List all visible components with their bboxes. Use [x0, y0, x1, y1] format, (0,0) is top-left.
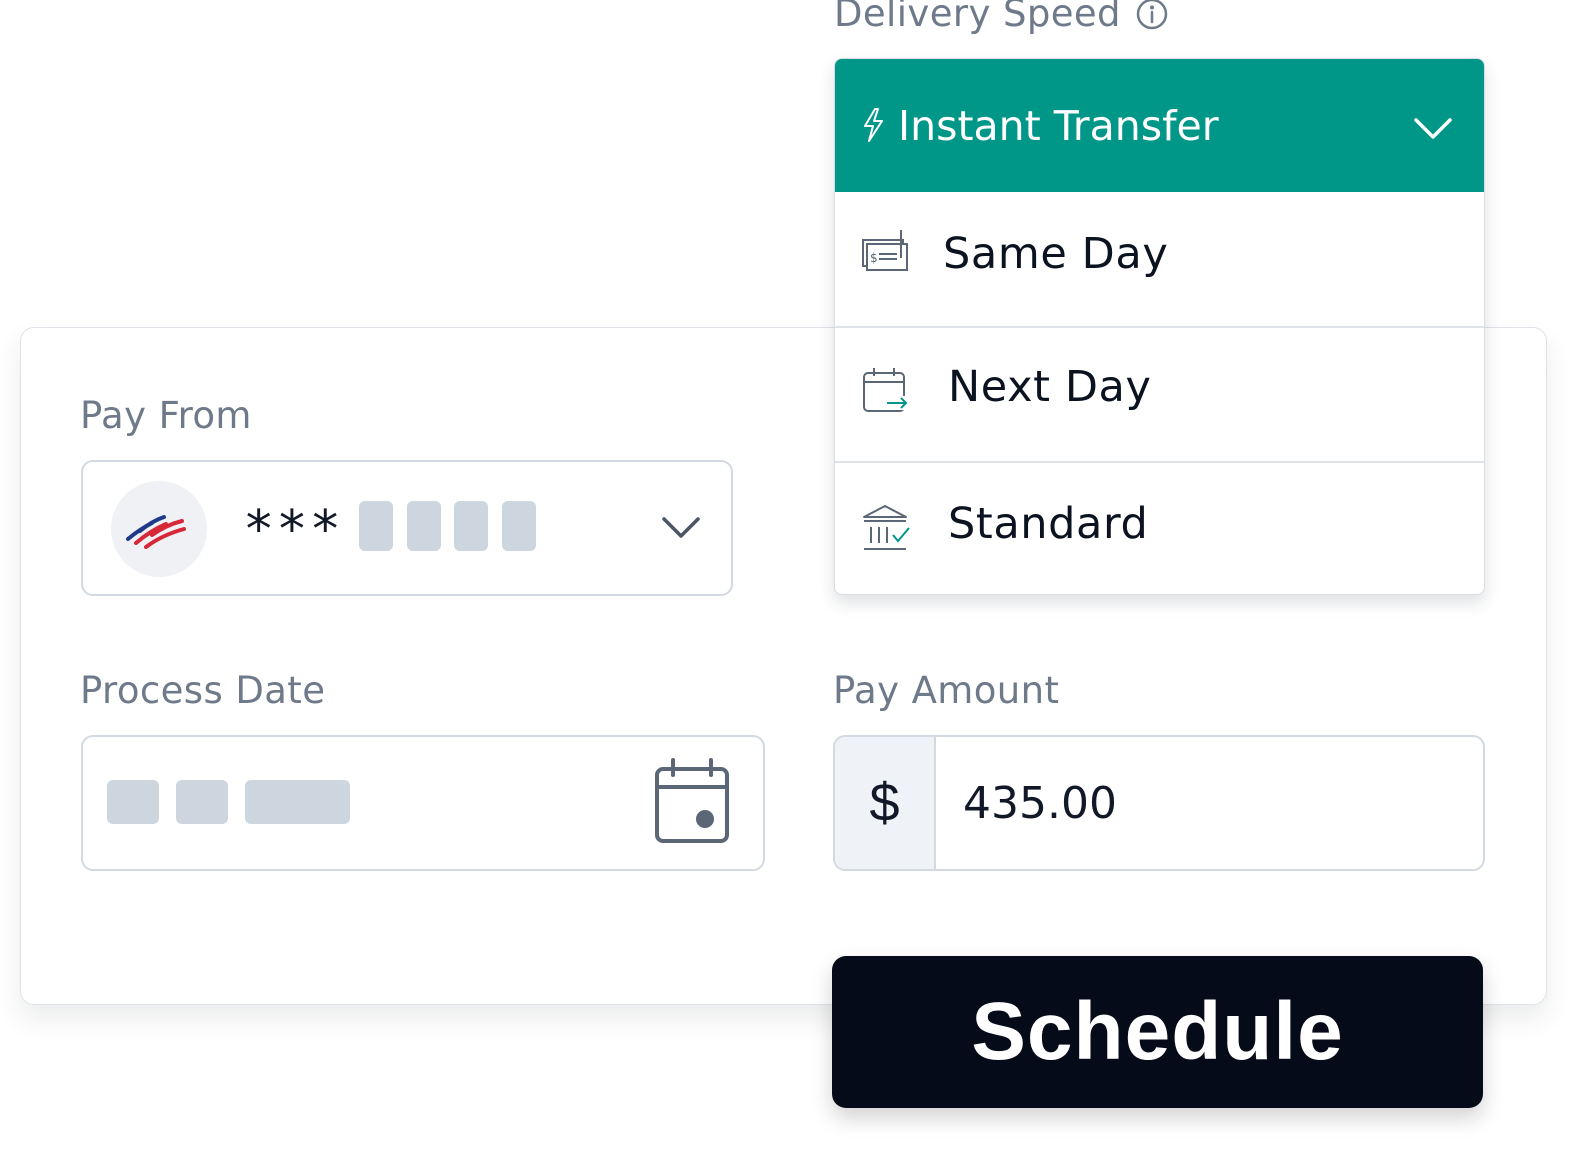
date-placeholder-month — [107, 780, 159, 824]
bank-check-icon — [863, 505, 910, 550]
delivery-speed-label: Delivery Speed — [834, 0, 1169, 35]
masked-digit — [502, 501, 536, 551]
speed-option-next-day[interactable]: Next Day — [835, 328, 1484, 461]
process-date-input[interactable] — [81, 735, 765, 871]
pay-amount-input[interactable]: $ 435.00 — [833, 735, 1485, 871]
pay-from-label: Pay From — [80, 394, 252, 437]
currency-prefix: $ — [835, 737, 936, 869]
bank-logo-avatar — [111, 481, 207, 577]
speed-option-same-day[interactable]: $ Same Day — [835, 192, 1484, 326]
svg-text:$: $ — [870, 251, 878, 265]
speed-option-label: Standard — [948, 499, 1149, 549]
lightning-bolt-icon — [864, 108, 883, 142]
pay-from-select[interactable]: *** — [81, 460, 733, 596]
process-date-label: Process Date — [80, 669, 326, 712]
calendar-arrow-icon — [863, 368, 909, 412]
schedule-button[interactable]: Schedule — [832, 956, 1483, 1108]
speed-option-label: Next Day — [948, 362, 1152, 412]
selected-speed-label: Instant Transfer — [898, 101, 1219, 150]
date-placeholder-day — [176, 780, 228, 824]
masked-digit — [407, 501, 441, 551]
bank-flag-logo — [126, 515, 186, 549]
payment-form-stage: Pay From *** Process Date Pay Amount $ 4… — [0, 0, 1593, 1166]
pay-amount-label: Pay Amount — [833, 669, 1060, 712]
speed-option-standard[interactable]: Standard — [835, 463, 1484, 594]
delivery-speed-selected[interactable]: Instant Transfer — [835, 59, 1484, 192]
calendar-icon[interactable] — [653, 757, 731, 845]
check-payment-icon: $ — [862, 230, 908, 271]
chevron-down-icon[interactable] — [1413, 117, 1453, 141]
masked-digit — [454, 501, 488, 551]
delivery-speed-dropdown: Instant Transfer $ Same Day Next Day Sta… — [834, 58, 1485, 595]
masked-digit — [359, 501, 393, 551]
speed-option-label: Same Day — [943, 229, 1169, 279]
masked-account-prefix: *** — [243, 500, 343, 560]
amount-value[interactable]: 435.00 — [963, 737, 1117, 869]
delivery-speed-text: Delivery Speed — [834, 0, 1121, 35]
info-icon[interactable] — [1135, 0, 1169, 31]
date-placeholder-year — [245, 780, 350, 824]
chevron-down-icon[interactable] — [661, 516, 701, 540]
